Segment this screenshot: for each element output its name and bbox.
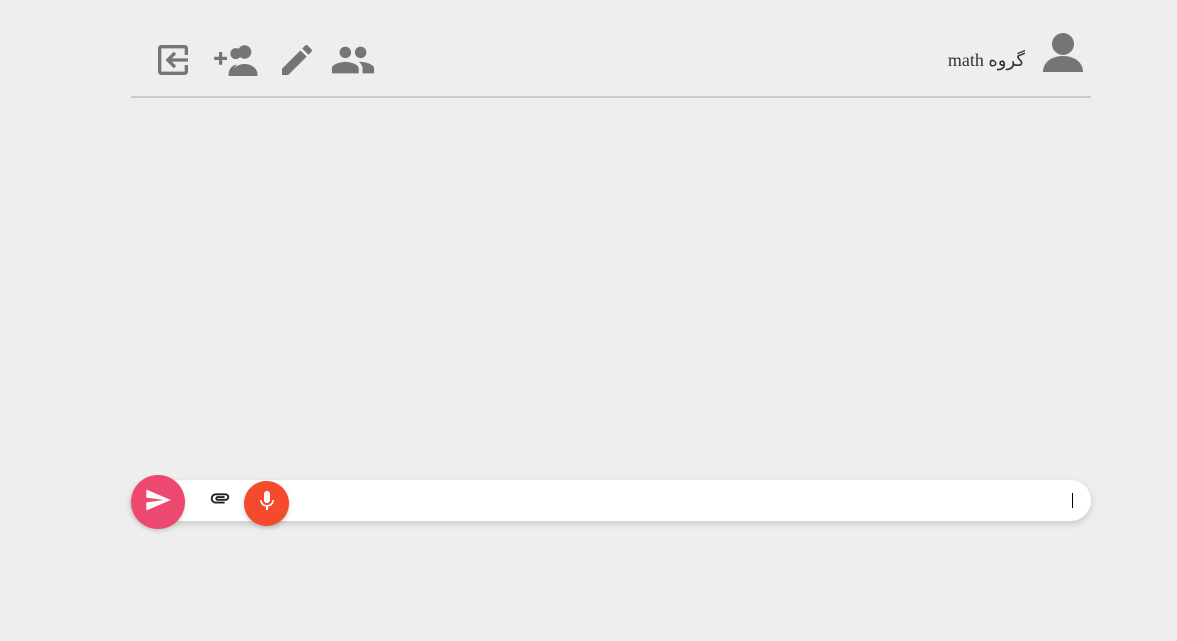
chat-title: math گروه <box>947 50 1025 70</box>
message-list[interactable] <box>131 98 1091 444</box>
user-avatar-icon[interactable] <box>1041 30 1085 74</box>
chat-header: math گروه <box>131 0 1091 98</box>
message-input[interactable] <box>300 483 1082 521</box>
add-member-button[interactable] <box>209 38 261 82</box>
send-icon <box>144 486 172 519</box>
microphone-icon <box>255 489 279 518</box>
members-button[interactable] <box>329 38 377 82</box>
send-button[interactable] <box>131 475 185 529</box>
attach-button[interactable] <box>208 489 232 511</box>
text-caret <box>1072 493 1073 508</box>
exit-icon <box>153 40 193 80</box>
edit-icon <box>277 40 317 80</box>
paperclip-icon <box>209 487 231 514</box>
add-member-icon <box>211 42 259 78</box>
members-icon <box>330 37 376 83</box>
edit-button[interactable] <box>275 38 319 82</box>
exit-button[interactable] <box>151 38 195 82</box>
microphone-button[interactable] <box>244 481 289 526</box>
chat-app: math گروه <box>0 0 1177 641</box>
